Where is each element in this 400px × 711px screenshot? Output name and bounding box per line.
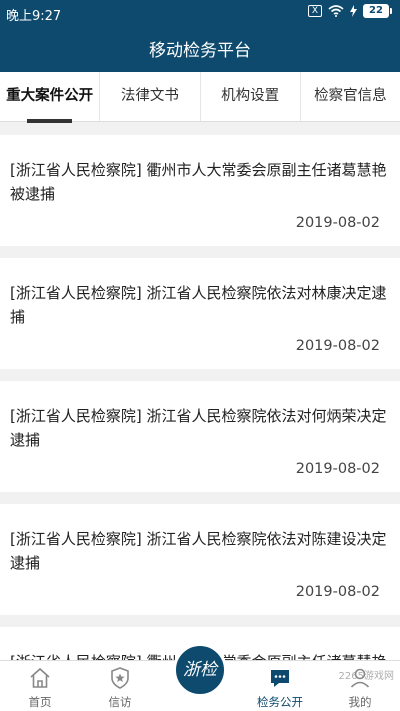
nav-visit[interactable]: 信访: [80, 661, 160, 711]
center-zhejian-button[interactable]: 浙检: [173, 643, 227, 697]
bottom-nav: 首页 信访 浙检 检务公开 我的 2265游戏网: [0, 643, 400, 711]
sim-icon: X: [308, 5, 322, 17]
list-item[interactable]: [浙江省人民检察院] 浙江省人民检察院依法对林康决定逮捕 2019-08-02: [0, 258, 400, 369]
status-bar: 晚上9:27 X 22: [0, 0, 400, 26]
battery-icon: 22: [363, 4, 392, 18]
top-bar: 晚上9:27 X 22 移动检务平台: [0, 0, 400, 72]
list-item[interactable]: [浙江省人民检察院] 衢州市人大常委会原副主任诸葛慧艳被逮捕 2019-08-0…: [0, 135, 400, 246]
list-item[interactable]: [浙江省人民检察院] 浙江省人民检察院依法对何炳荣决定逮捕 2019-08-02: [0, 381, 400, 492]
tab-organization[interactable]: 机构设置: [201, 72, 301, 121]
status-icons: X 22: [308, 4, 392, 18]
badge-icon: [111, 667, 129, 689]
charging-icon: [350, 5, 357, 17]
home-icon: [30, 667, 50, 688]
tab-prosecutor-info[interactable]: 检察官信息: [301, 72, 400, 121]
wifi-icon: [328, 5, 344, 17]
list-item[interactable]: [浙江省人民检察院] 浙江省人民检察院依法对陈建设决定逮捕 2019-08-02: [0, 504, 400, 615]
status-time: 晚上9:27: [6, 9, 62, 24]
tab-legal-documents[interactable]: 法律文书: [100, 72, 201, 121]
article-title: [浙江省人民检察院] 浙江省人民检察院依法对何炳荣决定逮捕: [10, 407, 387, 449]
nav-home[interactable]: 首页: [0, 661, 80, 711]
article-date: 2019-08-02: [295, 584, 380, 600]
watermark-subtitle: 2265游戏网: [338, 671, 394, 682]
article-date: 2019-08-02: [295, 461, 380, 477]
chat-icon: [271, 670, 289, 687]
article-title: [浙江省人民检察院] 浙江省人民检察院依法对陈建设决定逮捕: [10, 530, 387, 572]
app-title: 移动检务平台: [149, 41, 251, 61]
battery-level: 22: [363, 4, 389, 18]
category-tabs: 重大案件公开 法律文书 机构设置 检察官信息: [0, 72, 400, 123]
nav-affairs-label: 检务公开: [257, 695, 303, 709]
nav-mine-label: 我的: [348, 695, 372, 709]
nav-visit-label: 信访: [108, 695, 132, 709]
article-date: 2019-08-02: [295, 215, 380, 231]
article-date: 2019-08-02: [295, 338, 380, 354]
nav-affairs[interactable]: 检务公开: [240, 661, 320, 711]
nav-home-label: 首页: [28, 695, 52, 709]
tab-major-cases[interactable]: 重大案件公开: [0, 72, 101, 123]
article-title: [浙江省人民检察院] 衢州市人大常委会原副主任诸葛慧艳被逮捕: [10, 161, 387, 203]
article-list: [浙江省人民检察院] 衢州市人大常委会原副主任诸葛慧艳被逮捕 2019-08-0…: [0, 123, 400, 660]
article-title: [浙江省人民检察院] 浙江省人民检察院依法对林康决定逮捕: [10, 284, 387, 326]
